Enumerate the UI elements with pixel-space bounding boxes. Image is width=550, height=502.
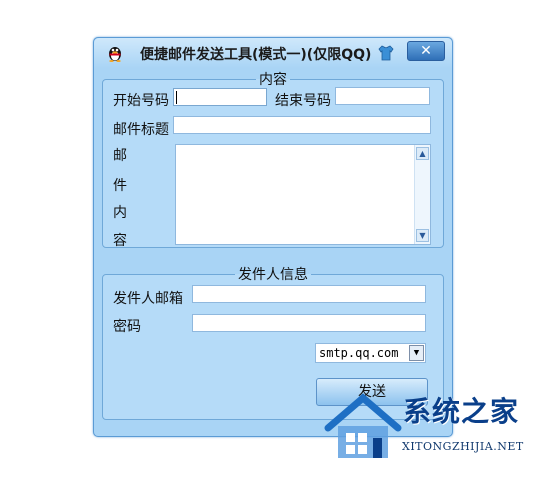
scroll-down-arrow-icon[interactable]: ▼ xyxy=(416,229,429,242)
body-label-char-3: 内 xyxy=(113,205,127,221)
body-textarea[interactable]: ▲ ▼ xyxy=(175,144,431,245)
shirt-icon[interactable] xyxy=(377,44,395,62)
scroll-up-arrow-icon[interactable]: ▲ xyxy=(416,147,429,160)
house-logo-icon xyxy=(324,393,402,458)
watermark-subtitle: XITONGZHIJIA.NET xyxy=(402,440,524,453)
body-label-char-4: 容 xyxy=(113,233,127,249)
subject-label: 邮件标题 xyxy=(113,122,169,138)
close-icon: ✕ xyxy=(420,43,432,59)
text-caret xyxy=(176,91,177,104)
password-input[interactable] xyxy=(192,314,426,332)
content-group-legend: 内容 xyxy=(259,72,287,88)
title-bar[interactable]: 便捷邮件发送工具(模式一)(仅限QQ) ✕ xyxy=(94,38,452,68)
password-label: 密码 xyxy=(113,319,141,335)
subject-input[interactable] xyxy=(173,116,431,134)
start-number-input[interactable] xyxy=(173,88,267,106)
chevron-down-icon[interactable]: ▼ xyxy=(409,345,424,361)
sender-email-input[interactable] xyxy=(192,285,426,303)
watermark: 系统之家 XITONGZHIJIA.NET xyxy=(318,388,550,468)
smtp-server-value: smtp.qq.com xyxy=(319,346,399,360)
end-number-input[interactable] xyxy=(335,87,430,105)
sender-group-legend: 发件人信息 xyxy=(238,267,308,283)
sender-email-label: 发件人邮箱 xyxy=(113,291,183,307)
body-label-char-1: 邮 xyxy=(113,148,127,164)
start-number-label: 开始号码 xyxy=(113,93,169,109)
smtp-server-select[interactable]: smtp.qq.com ▼ xyxy=(315,343,426,363)
body-scrollbar[interactable]: ▲ ▼ xyxy=(414,145,430,244)
close-button[interactable]: ✕ xyxy=(407,41,445,61)
mail-tool-window: 便捷邮件发送工具(模式一)(仅限QQ) ✕ 内容 开始号码 结束号码 邮件标题 … xyxy=(93,37,453,437)
window-title: 便捷邮件发送工具(模式一)(仅限QQ) xyxy=(140,47,372,63)
end-number-label: 结束号码 xyxy=(275,93,331,109)
body-label-char-2: 件 xyxy=(113,178,127,194)
qq-penguin-icon xyxy=(109,47,121,62)
watermark-title: 系统之家 xyxy=(403,395,520,428)
